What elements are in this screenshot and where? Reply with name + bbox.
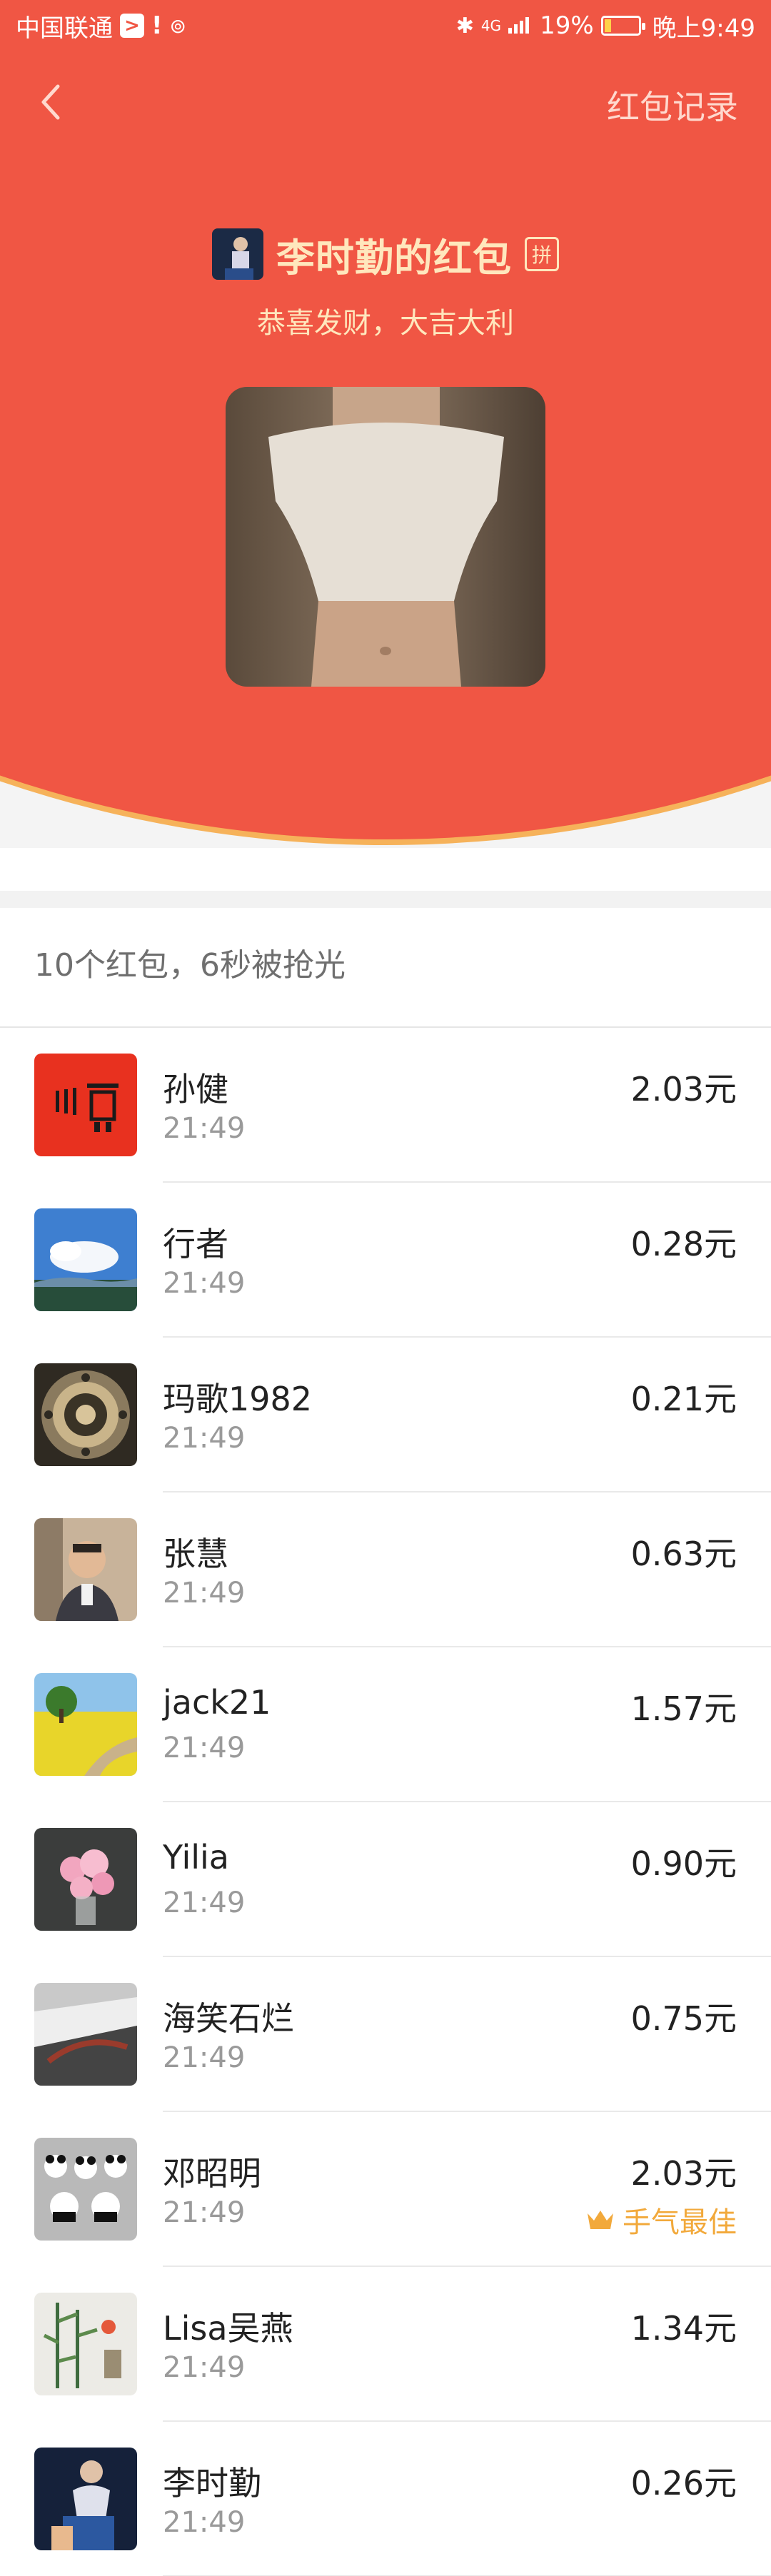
- avatar[interactable]: [34, 1054, 137, 1156]
- user-name: 李时勤: [163, 2464, 261, 2502]
- user-name: 孙健: [163, 1070, 228, 1108]
- grab-time: 21:49: [163, 1267, 246, 1300]
- avatar[interactable]: [34, 1518, 137, 1621]
- grab-time: 21:49: [163, 2041, 246, 2074]
- list-item[interactable]: jack21 21:49 1.57元: [0, 1647, 771, 1802]
- red-packet-records-link[interactable]: 红包记录: [607, 81, 738, 128]
- signal-icon: [508, 11, 533, 40]
- list-item[interactable]: 孙健 21:49 2.03元: [0, 1028, 771, 1183]
- grab-amount: 0.75元: [630, 1999, 737, 2038]
- list-item[interactable]: 玛歌1982 21:49 0.21元: [0, 1338, 771, 1492]
- list-item[interactable]: 海笑石烂 21:49 0.75元: [0, 1957, 771, 2112]
- list-item[interactable]: 张慧 21:49 0.63元: [0, 1492, 771, 1647]
- grab-time: 21:49: [163, 2351, 246, 2384]
- list-item[interactable]: Yilia 21:49 0.90元: [0, 1802, 771, 1957]
- clock: 晚上9:49: [652, 14, 755, 43]
- grab-amount: 2.03元: [630, 2154, 737, 2193]
- best-luck-badge: 手气最佳: [585, 2199, 737, 2241]
- avatar[interactable]: [34, 2448, 137, 2550]
- user-name: jack21: [163, 1683, 271, 1722]
- grab-time: 21:49: [163, 2506, 246, 2539]
- list-item[interactable]: 行者 21:49 0.28元: [0, 1183, 771, 1338]
- grab-amount: 2.03元: [630, 1070, 737, 1108]
- avatar[interactable]: [34, 1828, 137, 1931]
- crown-icon: [588, 2211, 613, 2229]
- pin-badge-icon: 拼: [525, 237, 559, 271]
- title-row: 李时勤的红包 拼: [0, 226, 771, 283]
- grab-time: 21:49: [163, 1886, 246, 1919]
- red-packet-detail-screen: 中国联通 > ! ⊚ ✱ 4G 19% 晚上9:49 红包记录 李时勤的红包 拼…: [0, 0, 771, 2576]
- grab-amount: 0.21元: [630, 1380, 737, 1418]
- header-bottom-spacer: [0, 848, 771, 891]
- user-name: 邓昭明: [163, 2154, 261, 2193]
- status-left: 中国联通 > ! ⊚: [16, 9, 186, 44]
- status-right: ✱ 4G 19% 晚上9:49: [456, 9, 755, 44]
- user-name: 行者: [163, 1225, 228, 1263]
- list-item[interactable]: Lisa吴燕 21:49 1.34元: [0, 2267, 771, 2422]
- red-packet-cover-image[interactable]: [226, 387, 545, 687]
- grab-time: 21:49: [163, 2196, 246, 2229]
- grab-time: 21:49: [163, 1112, 246, 1145]
- grab-amount: 0.28元: [630, 1225, 737, 1263]
- user-name: 玛歌1982: [163, 1380, 313, 1418]
- list-item[interactable]: 邓昭明 21:49 2.03元 手气最佳: [0, 2112, 771, 2267]
- list-item[interactable]: 李时勤 21:49 0.26元: [0, 2422, 771, 2576]
- bluetooth-icon: ✱: [455, 13, 474, 39]
- page-title: 李时勤的红包: [276, 235, 512, 281]
- avatar[interactable]: [34, 1673, 137, 1776]
- avatar[interactable]: [34, 1363, 137, 1466]
- grab-time: 21:49: [163, 1577, 246, 1610]
- battery-icon: [600, 16, 645, 36]
- grab-summary: 10个红包，6秒被抢光: [34, 947, 346, 984]
- network-type: 4G: [480, 17, 502, 34]
- header: 中国联通 > ! ⊚ ✱ 4G 19% 晚上9:49 红包记录 李时勤的红包 拼…: [0, 0, 771, 891]
- battery-level-fill: [604, 19, 612, 32]
- grab-amount: 1.34元: [630, 2309, 737, 2348]
- user-name: Lisa吴燕: [163, 2309, 293, 2348]
- user-name: 海笑石烂: [163, 1999, 294, 2038]
- grab-amount: 0.90元: [630, 1844, 737, 1883]
- grab-time: 21:49: [163, 1422, 246, 1455]
- avatar[interactable]: [34, 1208, 137, 1311]
- avatar[interactable]: [34, 2138, 137, 2241]
- user-name: 张慧: [163, 1535, 228, 1573]
- app-notification-icon: >: [120, 14, 144, 38]
- best-luck-label: 手气最佳: [623, 2206, 737, 2239]
- grab-amount: 0.63元: [630, 1535, 737, 1573]
- grab-time: 21:49: [163, 1732, 246, 1764]
- carrier-label: 中国联通: [16, 14, 113, 43]
- wish-text: 恭喜发财，大吉大利: [257, 307, 514, 340]
- sender-avatar[interactable]: [212, 228, 263, 280]
- avatar[interactable]: [34, 2293, 137, 2395]
- back-button[interactable]: [26, 77, 76, 127]
- chevron-left-icon: [41, 84, 60, 120]
- battery-percent: 19%: [540, 11, 594, 40]
- grab-amount: 1.57元: [630, 1689, 737, 1728]
- grab-list-section: 10个红包，6秒被抢光 孙健 21:49 2.03元 行者 21:49 0.28…: [0, 908, 771, 2576]
- user-name: Yilia: [163, 1838, 229, 1877]
- grab-list: 孙健 21:49 2.03元 行者 21:49 0.28元 玛歌1982 21:…: [0, 1028, 771, 2576]
- avatar[interactable]: [34, 1983, 137, 2086]
- vpn-icon: ⊚: [169, 14, 186, 38]
- status-bar: 中国联通 > ! ⊚ ✱ 4G 19% 晚上9:49: [0, 0, 771, 51]
- battery-alert-icon: !: [151, 11, 163, 40]
- grab-amount: 0.26元: [630, 2464, 737, 2502]
